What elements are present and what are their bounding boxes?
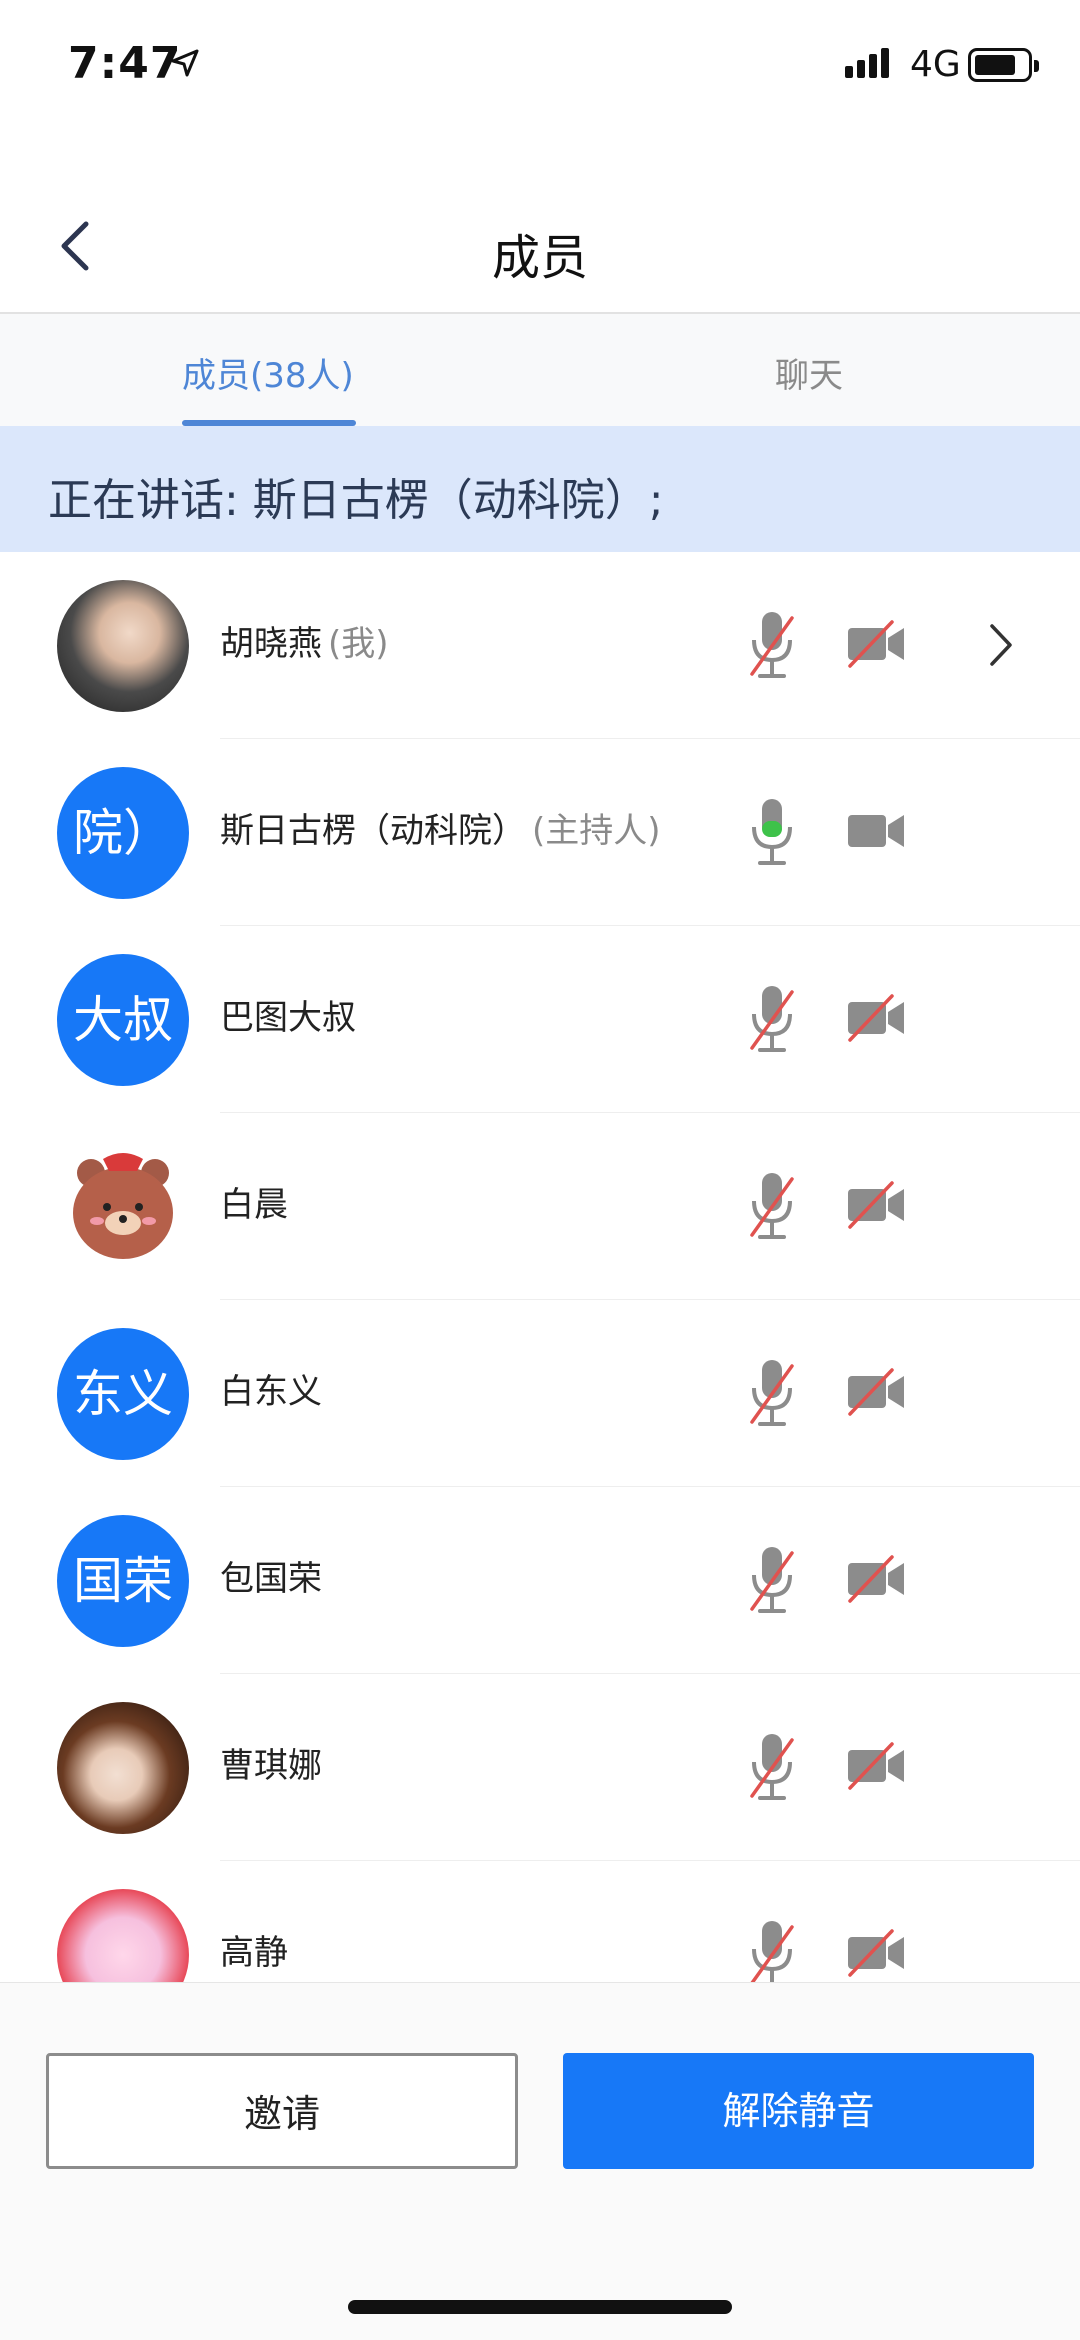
avatar bbox=[57, 1141, 189, 1273]
member-row[interactable]: 东义 白东义 bbox=[0, 1300, 1080, 1487]
member-name: 包国荣 bbox=[220, 1559, 322, 1599]
chevron-right-icon[interactable] bbox=[988, 622, 1014, 668]
page-title: 成员 bbox=[491, 230, 588, 286]
member-name-wrap: 巴图大叔 bbox=[220, 990, 356, 1039]
member-name-wrap: 曹琪娜 bbox=[220, 1738, 322, 1787]
mic-muted-icon[interactable] bbox=[748, 982, 796, 1058]
member-row[interactable]: 院） 斯日古楞（动科院） (主持人) bbox=[0, 739, 1080, 926]
member-row[interactable]: 曹琪娜 bbox=[0, 1674, 1080, 1861]
camera-on-icon[interactable] bbox=[846, 805, 906, 857]
status-bar: 7:47 4G bbox=[0, 0, 1080, 130]
member-row[interactable]: 胡晓燕 (我) bbox=[0, 552, 1080, 739]
member-name-wrap: 胡晓燕 (我) bbox=[220, 616, 389, 665]
member-name-wrap: 斯日古楞（动科院） (主持人) bbox=[220, 803, 661, 852]
avatar: 东义 bbox=[57, 1328, 189, 1460]
camera-off-icon[interactable] bbox=[846, 1927, 906, 1979]
member-name: 曹琪娜 bbox=[220, 1746, 322, 1786]
camera-off-icon[interactable] bbox=[846, 992, 906, 1044]
member-name: 斯日古楞（动科院） bbox=[220, 811, 526, 851]
camera-off-icon[interactable] bbox=[846, 1179, 906, 1231]
battery-icon bbox=[968, 48, 1039, 82]
nav-header: 成员 bbox=[0, 180, 1080, 314]
cellular-signal-icon bbox=[845, 48, 893, 78]
avatar bbox=[57, 580, 189, 712]
location-arrow-icon bbox=[171, 49, 199, 77]
action-footer: 邀请 解除静音 bbox=[0, 1982, 1080, 2340]
mic-muted-icon[interactable] bbox=[748, 1917, 796, 1982]
invite-button[interactable]: 邀请 bbox=[46, 2053, 518, 2169]
mic-muted-icon[interactable] bbox=[748, 1169, 796, 1245]
speaking-text: 正在讲话: 斯日古楞（动科院）; bbox=[48, 475, 664, 526]
member-name-wrap: 包国荣 bbox=[220, 1551, 322, 1600]
mic-muted-icon[interactable] bbox=[748, 608, 796, 684]
member-name: 巴图大叔 bbox=[220, 998, 356, 1038]
camera-off-icon[interactable] bbox=[846, 1553, 906, 1605]
bear-avatar-icon bbox=[73, 1153, 173, 1259]
member-name-wrap: 白晨 bbox=[220, 1177, 288, 1226]
avatar bbox=[57, 1702, 189, 1834]
status-time: 7:47 bbox=[68, 38, 182, 89]
avatar bbox=[57, 1889, 189, 1982]
network-type: 4G bbox=[910, 44, 961, 85]
camera-off-icon[interactable] bbox=[846, 1366, 906, 1418]
member-tag: (主持人) bbox=[532, 811, 661, 851]
mic-muted-icon[interactable] bbox=[748, 1543, 796, 1619]
camera-off-icon[interactable] bbox=[846, 1740, 906, 1792]
member-row[interactable]: 国荣 包国荣 bbox=[0, 1487, 1080, 1674]
member-name: 白东义 bbox=[220, 1372, 322, 1412]
member-name-wrap: 白东义 bbox=[220, 1364, 322, 1413]
member-row[interactable]: 高静 bbox=[0, 1861, 1080, 1982]
member-row[interactable]: 白晨 bbox=[0, 1113, 1080, 1300]
member-name: 胡晓燕 bbox=[220, 624, 322, 664]
avatar: 院） bbox=[57, 767, 189, 899]
member-name-wrap: 高静 bbox=[220, 1925, 288, 1974]
tab-members[interactable]: 成员(38人) bbox=[182, 348, 354, 397]
mic-on-icon[interactable] bbox=[748, 795, 796, 871]
camera-off-icon[interactable] bbox=[846, 618, 906, 670]
tab-chat[interactable]: 聊天 bbox=[775, 348, 843, 397]
member-name: 高静 bbox=[220, 1933, 288, 1973]
member-list[interactable]: 胡晓燕 (我) 院） 斯日古楞（动科院） (主持人) 大叔 巴图大叔 白晨 东义… bbox=[0, 552, 1080, 1982]
member-tag: (我) bbox=[328, 624, 389, 664]
speaking-banner: 正在讲话: 斯日古楞（动科院）; bbox=[0, 426, 1080, 552]
unmute-button[interactable]: 解除静音 bbox=[563, 2053, 1034, 2169]
mic-muted-icon[interactable] bbox=[748, 1356, 796, 1432]
avatar: 国荣 bbox=[57, 1515, 189, 1647]
member-row[interactable]: 大叔 巴图大叔 bbox=[0, 926, 1080, 1113]
home-indicator[interactable] bbox=[348, 2300, 732, 2314]
mic-muted-icon[interactable] bbox=[748, 1730, 796, 1806]
tab-bar: 成员(38人) 聊天 bbox=[0, 314, 1080, 426]
avatar: 大叔 bbox=[57, 954, 189, 1086]
member-name: 白晨 bbox=[220, 1185, 288, 1225]
